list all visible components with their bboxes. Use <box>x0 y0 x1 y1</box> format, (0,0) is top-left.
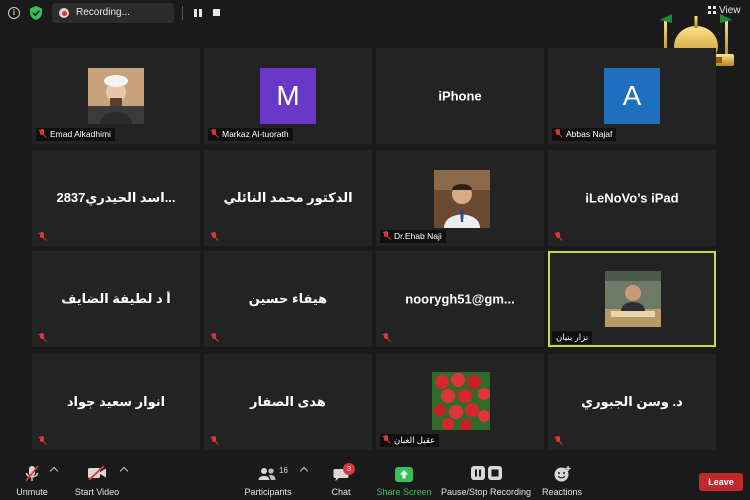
participant-tile[interactable]: هدى الصفار <box>204 354 372 450</box>
pause-icon <box>194 9 202 17</box>
participant-photo <box>432 372 490 430</box>
participant-tile[interactable]: noorygh51@gm... <box>376 251 544 347</box>
participant-display-name: هدى الصفار <box>250 394 326 409</box>
mic-muted-icon <box>25 465 39 482</box>
chat-button[interactable]: 3 Chat <box>322 456 360 500</box>
participant-tile[interactable]: Dr.Ehab Naji <box>376 150 544 246</box>
participant-tile[interactable]: الدكتور محمد النائلي <box>204 150 372 246</box>
participant-tile-active-speaker[interactable]: نزار بنيان <box>548 251 716 347</box>
reactions-button[interactable]: Reactions <box>540 456 584 500</box>
participant-tile[interactable]: Emad Alkadhimi <box>32 48 200 144</box>
mic-muted-icon <box>210 232 218 241</box>
chat-label: Chat <box>331 487 351 497</box>
share-screen-label: Share Screen <box>376 487 432 497</box>
participant-photo <box>88 68 144 124</box>
participant-name-label: Markaz Al-tuorath <box>208 128 293 141</box>
pause-stop-recording-icon <box>471 466 502 480</box>
participant-tile[interactable]: انوار سعيد جواد <box>32 354 200 450</box>
participant-tile[interactable]: iLeNoVo’s iPad <box>548 150 716 246</box>
participant-photo <box>434 170 490 228</box>
participant-tile[interactable]: هيفاء حسين <box>204 251 372 347</box>
video-off-icon <box>88 466 106 480</box>
participant-display-name: اسد الحيدري2837... <box>56 190 176 205</box>
unmute-button[interactable]: Unmute <box>8 456 56 500</box>
pause-stop-recording-label: Pause/Stop Recording <box>440 487 532 497</box>
participant-photo <box>605 271 661 327</box>
participant-name-label: عقيل الغبان <box>380 434 440 447</box>
participant-display-name: iLeNoVo’s iPad <box>585 190 679 206</box>
top-bar: i Recording... View <box>0 0 750 26</box>
meeting-toolbar: Unmute Start Video 16 Participants 3 Cha… <box>0 456 750 500</box>
participant-name-label: Abbas Najaf <box>552 128 617 141</box>
avatar-initial: A <box>604 68 660 124</box>
mic-muted-icon <box>38 333 46 342</box>
participants-options-chevron-icon[interactable] <box>299 466 309 476</box>
participants-count: 16 <box>279 466 288 475</box>
participant-tile[interactable]: د. وسن الجبوري <box>548 354 716 450</box>
participant-name-label: Emad Alkadhimi <box>36 128 115 141</box>
mic-muted-icon <box>210 333 218 342</box>
participant-display-name: أ د لطيفة الضايف <box>61 291 171 306</box>
share-screen-icon <box>395 467 413 482</box>
recording-indicator: Recording... <box>52 3 220 23</box>
stop-icon <box>213 9 220 16</box>
recording-status-text: Recording... <box>76 7 130 18</box>
participant-tile[interactable]: اسد الحيدري2837... <box>32 150 200 246</box>
mic-muted-icon <box>38 436 46 445</box>
smiley-reaction-icon <box>554 466 571 482</box>
participant-display-name: iPhone <box>438 88 482 104</box>
participant-name-label: نزار بنيان <box>552 331 593 344</box>
participant-tile[interactable]: أ د لطيفة الضايف <box>32 251 200 347</box>
participant-display-name: الدكتور محمد النائلي <box>223 190 353 205</box>
shield-check-icon[interactable] <box>30 6 42 20</box>
mic-muted-icon <box>382 333 390 342</box>
share-screen-button[interactable]: Share Screen <box>374 456 434 500</box>
mic-muted-icon <box>38 129 46 138</box>
participant-display-name: د. وسن الجبوري <box>581 394 683 409</box>
start-video-label: Start Video <box>74 487 120 497</box>
participant-tile[interactable]: M Markaz Al-tuorath <box>204 48 372 144</box>
mic-muted-icon <box>554 129 562 138</box>
unmute-label: Unmute <box>16 487 48 497</box>
mic-muted-icon <box>210 436 218 445</box>
participant-tile[interactable]: عقيل الغبان <box>376 354 544 450</box>
participants-label: Participants <box>244 487 292 497</box>
participants-icon <box>258 468 276 480</box>
mic-muted-icon <box>210 129 218 138</box>
mic-muted-icon <box>38 232 46 241</box>
info-icon[interactable]: i <box>8 7 20 19</box>
avatar-initial: M <box>260 68 316 124</box>
reactions-label: Reactions <box>541 487 583 497</box>
pause-stop-recording-button[interactable]: Pause/Stop Recording <box>440 456 532 500</box>
participant-display-name: noorygh51@gm... <box>405 291 515 307</box>
participant-name-label: Dr.Ehab Naji <box>380 230 446 243</box>
participant-tile[interactable]: iPhone <box>376 48 544 144</box>
participant-display-name: هيفاء حسين <box>248 291 328 306</box>
chat-unread-badge: 3 <box>343 463 355 475</box>
divider <box>182 6 183 20</box>
participant-tile[interactable]: A Abbas Najaf <box>548 48 716 144</box>
participant-display-name: انوار سعيد جواد <box>66 394 166 409</box>
mic-muted-icon <box>554 436 562 445</box>
leave-meeting-button[interactable]: Leave <box>699 473 743 491</box>
recording-dot-icon <box>59 8 69 18</box>
mic-muted-icon <box>382 231 390 240</box>
start-video-button[interactable]: Start Video <box>70 456 124 500</box>
participants-button[interactable]: 16 Participants <box>240 456 296 500</box>
mic-muted-icon <box>382 435 390 444</box>
mic-muted-icon <box>554 232 562 241</box>
